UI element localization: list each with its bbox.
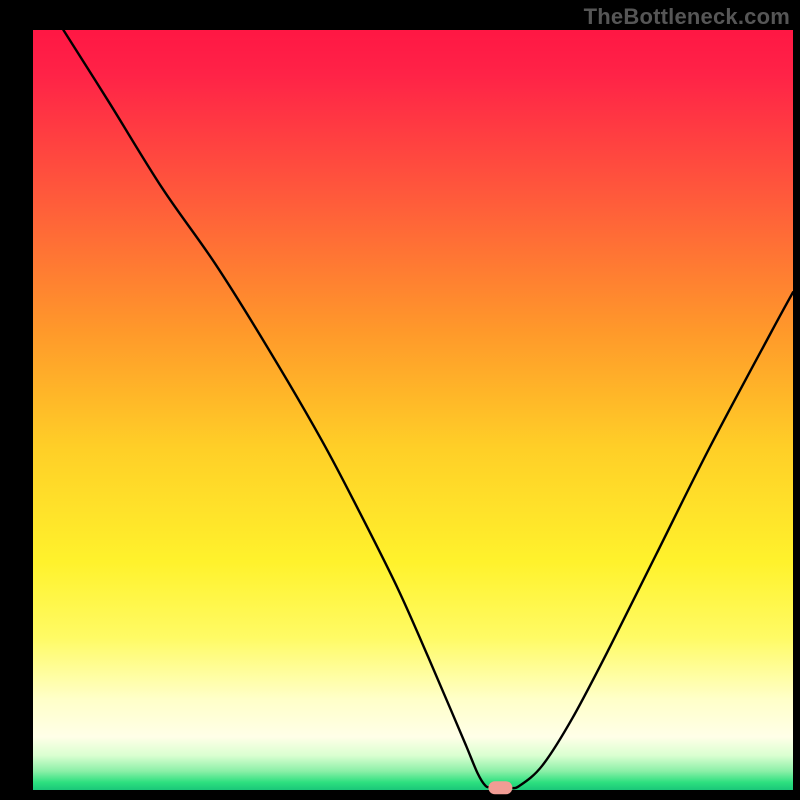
- bottleneck-chart: [0, 0, 800, 800]
- plot-background: [33, 30, 793, 790]
- optimal-marker: [488, 781, 512, 794]
- chart-frame: TheBottleneck.com: [0, 0, 800, 800]
- watermark-text: TheBottleneck.com: [584, 4, 790, 30]
